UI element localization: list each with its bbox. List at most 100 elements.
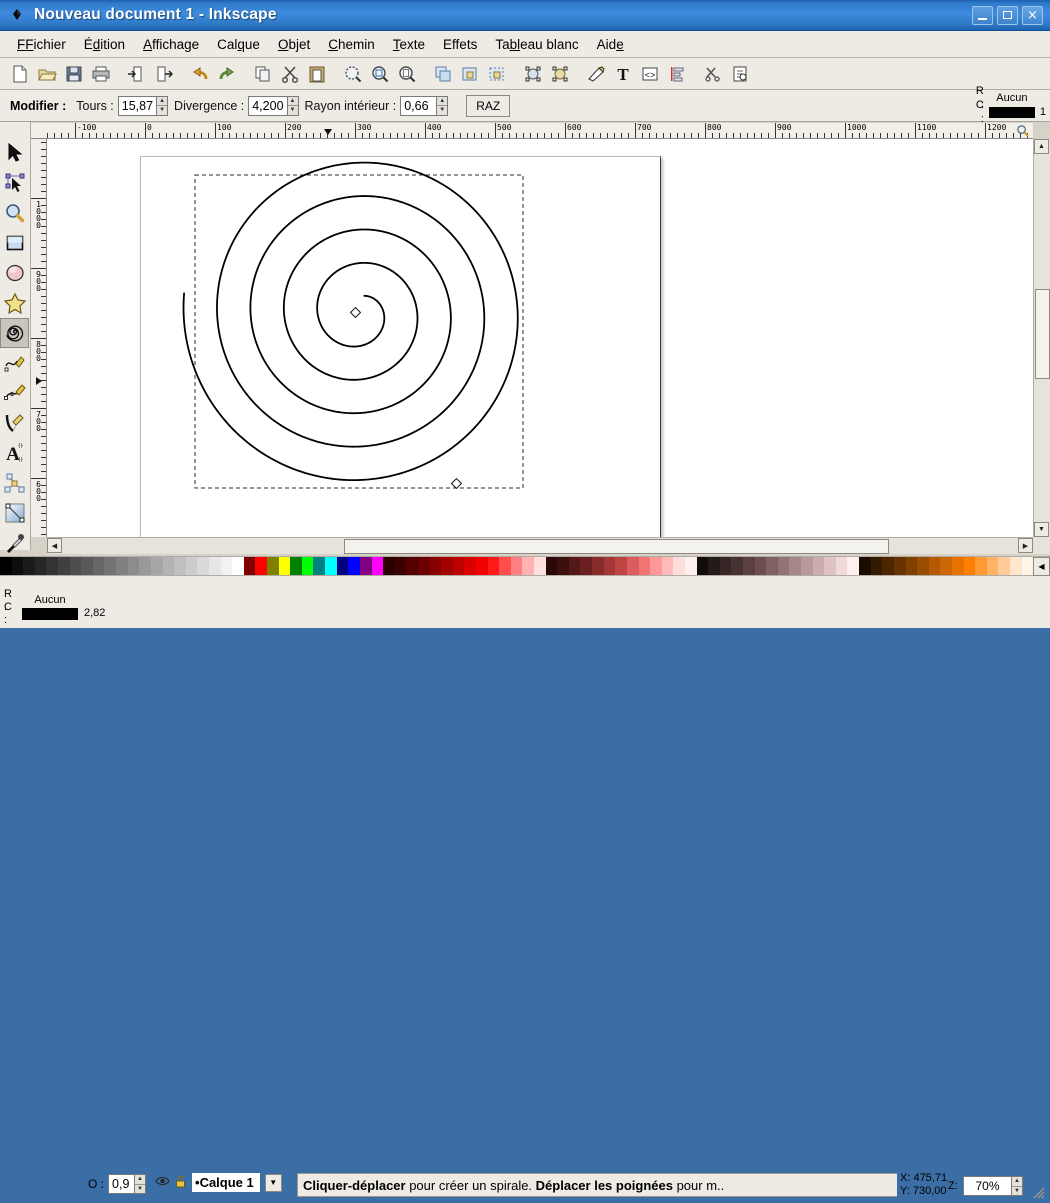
status-fill-value[interactable]: Aucun (22, 594, 78, 607)
palette-swatch[interactable] (325, 557, 337, 575)
palette-swatch[interactable] (417, 557, 430, 575)
palette-swatch[interactable] (336, 557, 349, 575)
palette-swatches[interactable] (0, 557, 1033, 575)
scroll-down-button[interactable]: ▼ (1034, 522, 1049, 537)
spiral-object[interactable] (47, 139, 1033, 537)
rayon-interieur-spinner[interactable]: 0,66 ▲ ▼ (400, 95, 449, 116)
palette-swatch[interactable] (232, 557, 244, 575)
palette-swatch[interactable] (859, 557, 871, 575)
divergence-spinner[interactable]: 4,200 ▲ ▼ (248, 95, 299, 116)
palette-swatch[interactable] (580, 557, 593, 575)
palette-scroll-left-button[interactable]: ◀ (1033, 557, 1050, 576)
palette-swatch[interactable] (81, 557, 93, 575)
zoom-value[interactable]: 70% (963, 1176, 1011, 1196)
palette-swatch[interactable] (383, 557, 395, 575)
palette-swatch[interactable] (69, 557, 82, 575)
magnifier-unit-icon[interactable] (1016, 124, 1029, 138)
text-properties-icon[interactable]: T (610, 61, 635, 86)
print-document-icon[interactable] (88, 61, 113, 86)
ellipse-tool[interactable] (0, 258, 29, 288)
menu-aide[interactable]: Aide (588, 34, 633, 55)
palette-swatch[interactable] (766, 557, 778, 575)
node-tool[interactable] (0, 168, 29, 198)
palette-swatch[interactable] (882, 557, 894, 575)
palette-swatch[interactable] (835, 557, 848, 575)
undo-icon[interactable] (187, 61, 212, 86)
menu-objet[interactable]: Objet (269, 34, 319, 55)
palette-swatch[interactable] (998, 557, 1011, 575)
open-document-icon[interactable] (34, 61, 59, 86)
eye-icon[interactable] (155, 1175, 170, 1190)
menu-fichier[interactable]: FFichier (8, 34, 75, 55)
divergence-value[interactable]: 4,200 (248, 95, 287, 116)
dropper-tool[interactable] (0, 528, 29, 558)
palette-swatch[interactable] (499, 557, 511, 575)
maximize-button[interactable] (997, 5, 1018, 25)
palette-swatch[interactable] (789, 557, 802, 575)
copy-icon[interactable] (250, 61, 275, 86)
scroll-left-button[interactable]: ◀ (47, 538, 62, 553)
menu-texte[interactable]: Texte (384, 34, 434, 55)
xml-editor-icon[interactable]: <> (637, 61, 662, 86)
calligraphy-tool[interactable] (0, 408, 29, 438)
palette-swatch[interactable] (313, 557, 326, 575)
rayon-spin-buttons[interactable]: ▲ ▼ (436, 95, 449, 116)
ungroup-icon[interactable] (484, 61, 509, 86)
palette-swatch[interactable] (905, 557, 918, 575)
zoom-control[interactable]: 70% ▲ ▼ (963, 1176, 1023, 1196)
text-tool[interactable]: A (0, 438, 29, 468)
palette-swatch[interactable] (348, 557, 360, 575)
palette-swatch[interactable] (824, 557, 836, 575)
new-document-icon[interactable] (7, 61, 32, 86)
palette-swatch[interactable] (46, 557, 59, 575)
palette-swatch[interactable] (719, 557, 732, 575)
vertical-scroll-thumb[interactable] (1035, 289, 1050, 379)
palette-swatch[interactable] (986, 557, 999, 575)
palette-swatch[interactable] (197, 557, 209, 575)
palette-swatch[interactable] (104, 557, 117, 575)
palette-swatch[interactable] (684, 557, 697, 575)
palette-swatch[interactable] (34, 557, 47, 575)
opacity-value[interactable]: 0,9 (108, 1174, 135, 1194)
group-icon[interactable] (457, 61, 482, 86)
layer-dropdown-button[interactable]: ▼ (264, 1173, 282, 1192)
menu-effets[interactable]: Effets (434, 34, 486, 55)
bezier-tool[interactable] (0, 378, 29, 408)
zoom-drawing-icon[interactable] (367, 61, 392, 86)
paste-icon[interactable] (304, 61, 329, 86)
palette-swatch[interactable] (11, 557, 24, 575)
palette-swatch[interactable] (847, 557, 860, 575)
rayon-interieur-value[interactable]: 0,66 (400, 95, 437, 116)
palette-swatch[interactable] (487, 557, 500, 575)
document-properties-icon[interactable] (727, 61, 752, 86)
status-stroke-swatch[interactable] (22, 607, 78, 620)
palette-swatch[interactable] (429, 557, 442, 575)
duplicate-icon[interactable] (430, 61, 455, 86)
spiral-tool[interactable] (0, 318, 29, 348)
gradient-tool[interactable] (0, 498, 29, 528)
palette-swatch[interactable] (522, 557, 535, 575)
palette-swatch[interactable] (661, 557, 674, 575)
menu-edition[interactable]: Édition (75, 34, 134, 55)
palette-swatch[interactable] (174, 557, 186, 575)
zoom-tool[interactable] (0, 198, 29, 228)
unlock-icon[interactable] (175, 1174, 187, 1191)
horizontal-scroll-thumb[interactable] (344, 539, 889, 554)
palette-swatch[interactable] (1010, 557, 1022, 575)
palette-swatch[interactable] (464, 557, 476, 575)
palette-swatch[interactable] (510, 557, 523, 575)
palette-swatch[interactable] (23, 557, 35, 575)
layer-name[interactable]: •Calque 1 (192, 1173, 260, 1192)
palette-swatch[interactable] (162, 557, 175, 575)
tours-spin-buttons[interactable]: ▲ ▼ (156, 95, 169, 116)
palette-swatch[interactable] (801, 557, 813, 575)
canvas-area[interactable] (47, 139, 1033, 537)
palette-swatch[interactable] (359, 557, 372, 575)
transform-icon[interactable] (547, 61, 572, 86)
palette-swatch[interactable] (267, 557, 279, 575)
star-tool[interactable] (0, 288, 29, 318)
opacity-spin-buttons[interactable]: ▲ ▼ (134, 1174, 147, 1194)
palette-swatch[interactable] (127, 557, 140, 575)
palette-swatch[interactable] (696, 557, 709, 575)
palette-swatch[interactable] (545, 557, 558, 575)
